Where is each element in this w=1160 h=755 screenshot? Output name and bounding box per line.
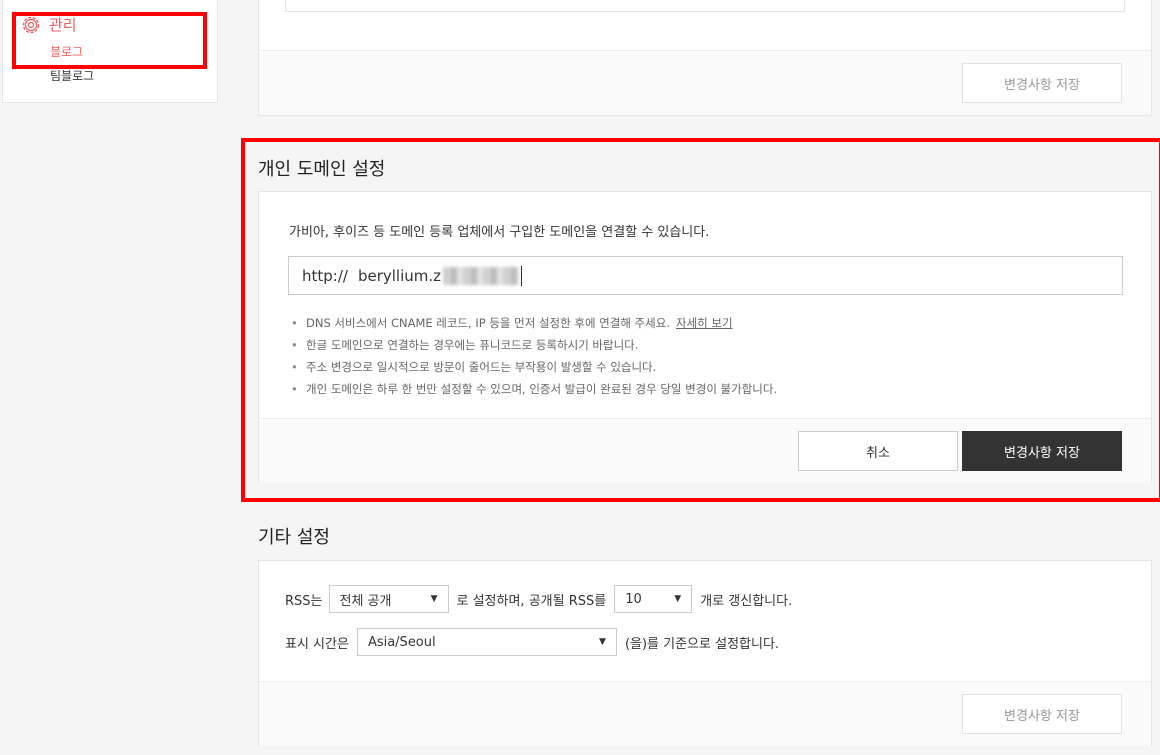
rss-row: RSS는 전체 공개 ▼ 로 설정하며, 공개될 RSS를 10 ▼ 개로 갱신… xyxy=(285,585,792,613)
dropdown-arrow-icon: ▼ xyxy=(430,594,438,604)
domain-input[interactable]: http:// beryllium.z xyxy=(288,256,1123,295)
list-item: 주소 변경으로 일시적으로 방문이 줄어드는 부작용이 발생할 수 있습니다. xyxy=(289,356,777,378)
cancel-button[interactable]: 취소 xyxy=(798,431,958,471)
timezone-row: 표시 시간은 Asia/Seoul ▼ (을)를 기준으로 설정합니다. xyxy=(285,628,779,656)
card-footer: 취소 변경사항 저장 xyxy=(259,418,1151,483)
sidebar-group-label: 관리 xyxy=(49,16,77,34)
timezone-suffix-label: (을)를 기준으로 설정합니다. xyxy=(624,636,780,652)
domain-notes-list: DNS 서비스에서 CNAME 레코드, IP 등을 먼저 설정한 후에 연결해… xyxy=(289,312,777,400)
save-changes-button-disabled[interactable]: 변경사항 저장 xyxy=(962,694,1122,734)
save-changes-button[interactable]: 변경사항 저장 xyxy=(962,431,1122,471)
domain-value: beryllium.z xyxy=(357,266,442,285)
list-item: DNS 서비스에서 CNAME 레코드, IP 등을 먼저 설정한 후에 연결해… xyxy=(289,312,777,334)
list-item: 개인 도메인은 하루 한 번만 설정할 수 있으며, 인증서 발급이 완료된 경… xyxy=(289,378,777,400)
timezone-select[interactable]: Asia/Seoul ▼ xyxy=(356,628,617,656)
previous-settings-inner xyxy=(285,0,1125,12)
rss-prefix-label: RSS는 xyxy=(285,593,323,609)
text-caret xyxy=(521,265,523,286)
dropdown-arrow-icon: ▼ xyxy=(674,594,682,604)
section-title-domain: 개인 도메인 설정 xyxy=(258,159,386,180)
card-footer: 변경사항 저장 xyxy=(259,50,1151,115)
sidebar-item-blog[interactable]: 블로그 xyxy=(50,43,83,60)
rss-count-select[interactable]: 10 ▼ xyxy=(614,585,693,613)
save-changes-button-disabled[interactable]: 변경사항 저장 xyxy=(962,63,1122,103)
timezone-prefix-label: 표시 시간은 xyxy=(285,636,349,652)
dropdown-arrow-icon: ▼ xyxy=(599,637,606,647)
etc-settings-card: RSS는 전체 공개 ▼ 로 설정하며, 공개될 RSS를 10 ▼ 개로 갱신… xyxy=(258,560,1152,746)
domain-settings-card: 가비아, 후이즈 등 도메인 등록 업체에서 구입한 도메인을 연결할 수 있습… xyxy=(258,191,1152,483)
previous-settings-card: 변경사항 저장 xyxy=(258,0,1152,116)
sidebar: 관리 블로그 팀블로그 xyxy=(2,0,218,103)
section-title-etc: 기타 설정 xyxy=(258,527,330,548)
list-item: 한글 도메인으로 연결하는 경우에는 퓨니코드로 등록하시기 바랍니다. xyxy=(289,334,777,356)
card-footer: 변경사항 저장 xyxy=(259,681,1151,746)
detail-link[interactable]: 자세히 보기 xyxy=(676,316,733,330)
rss-middle-label: 로 설정하며, 공개될 RSS를 xyxy=(456,593,607,609)
rss-visibility-value: 전체 공개 xyxy=(339,593,392,609)
sidebar-item-teamblog[interactable]: 팀블로그 xyxy=(50,67,94,84)
redacted-text xyxy=(443,266,520,285)
rss-visibility-select[interactable]: 전체 공개 ▼ xyxy=(328,585,449,613)
rss-suffix-label: 개로 갱신합니다. xyxy=(700,593,793,609)
rss-count-value: 10 xyxy=(625,591,642,607)
sidebar-group-manage[interactable]: 관리 xyxy=(21,14,77,35)
gear-icon xyxy=(22,16,40,33)
timezone-value: Asia/Seoul xyxy=(367,634,436,650)
domain-description: 가비아, 후이즈 등 도메인 등록 업체에서 구입한 도메인을 연결할 수 있습… xyxy=(289,225,710,240)
domain-prefix: http:// xyxy=(302,266,348,285)
